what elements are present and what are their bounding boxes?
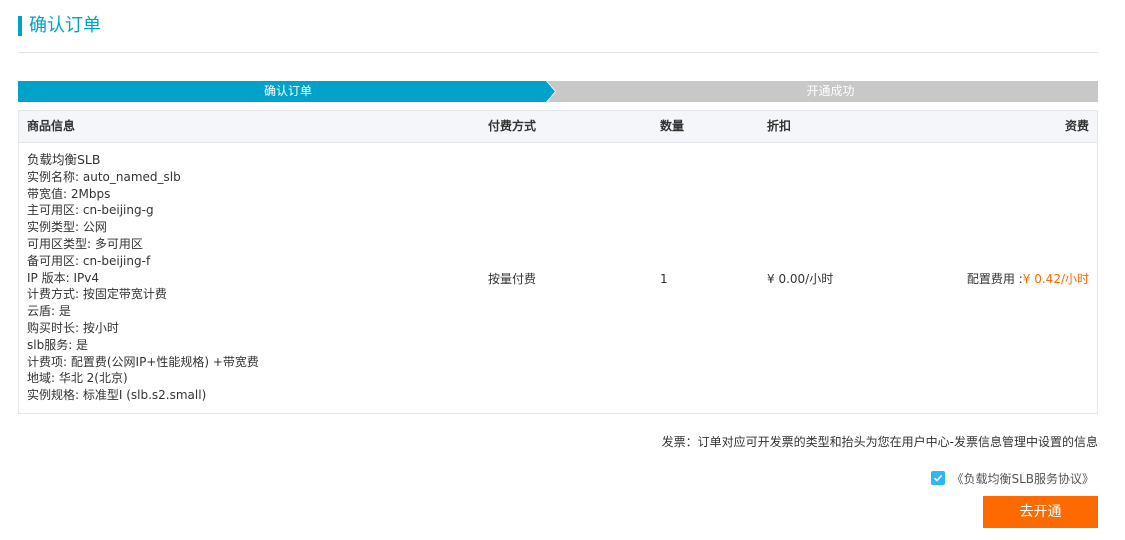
product-detail-line: 计费项: 配置费(公网IP+性能规格) +带宽费 xyxy=(27,354,259,369)
product-detail-line: 备可用区: cn-beijing-f xyxy=(27,253,151,268)
checkmark-icon xyxy=(934,474,943,482)
step-confirm-order: 确认订单 xyxy=(263,84,312,98)
table-row: 负载均衡SLB 实例名称: auto_named_slb 带宽值: 2Mbps … xyxy=(19,143,1097,413)
product-detail-line: 云盾: 是 xyxy=(27,304,71,319)
discount-cell: ¥ 0.00/小时 xyxy=(767,272,834,286)
product-detail-line: 实例类型: 公网 xyxy=(27,220,107,235)
header-price: 资费 xyxy=(1064,119,1089,133)
header-divider xyxy=(18,52,1098,53)
product-detail-line: 地域: 华北 2(北京) xyxy=(27,371,128,386)
price-value: ¥ 0.42/小时 xyxy=(1022,272,1089,286)
header-discount: 折扣 xyxy=(767,119,792,133)
pay-method-cell: 按量付费 xyxy=(488,272,537,286)
product-detail-line: IP 版本: IPv4 xyxy=(27,270,99,285)
invoice-note: 发票：订单对应可开发票的类型和抬头为您在用户中心-发票信息管理中设置的信息 xyxy=(661,435,1098,449)
agreement-link[interactable]: 《负载均衡SLB服务协议》 xyxy=(951,470,1094,487)
page-header: 确认订单 xyxy=(18,14,101,38)
progress-steps: 确认订单 开通成功 xyxy=(18,81,1098,102)
title-accent-bar xyxy=(18,16,22,36)
order-table: 商品信息 付费方式 数量 折扣 资费 负载均衡SLB 实例名称: auto_na… xyxy=(18,110,1098,414)
product-detail-line: 带宽值: 2Mbps xyxy=(27,186,111,201)
product-detail-line: 主可用区: cn-beijing-g xyxy=(27,203,154,218)
price-label: 配置费用 : xyxy=(966,272,1023,286)
product-detail-line: 可用区类型: 多可用区 xyxy=(27,236,143,251)
product-name: 负载均衡SLB xyxy=(27,152,101,167)
header-quantity: 数量 xyxy=(660,119,685,133)
price-cell: 配置费用 :¥ 0.42/小时 xyxy=(967,271,1089,287)
page-title: 确认订单 xyxy=(29,15,101,36)
product-detail-line: 购买时长: 按小时 xyxy=(27,320,119,335)
header-pay-method: 付费方式 xyxy=(488,119,537,133)
product-detail-line: slb服务: 是 xyxy=(27,337,89,352)
activate-button[interactable]: 去开通 xyxy=(983,496,1098,528)
product-detail-line: 实例规格: 标准型I (slb.s2.small) xyxy=(27,388,207,403)
agreement-checkbox[interactable] xyxy=(931,471,946,485)
product-detail-line: 计费方式: 按固定带宽计费 xyxy=(27,287,167,302)
product-info-cell: 负载均衡SLB 实例名称: auto_named_slb 带宽值: 2Mbps … xyxy=(27,152,259,404)
product-detail-line: 实例名称: auto_named_slb xyxy=(27,169,181,184)
quantity-cell: 1 xyxy=(660,272,668,286)
table-header: 商品信息 付费方式 数量 折扣 资费 xyxy=(19,111,1097,143)
agreement-row: 《负载均衡SLB服务协议》 xyxy=(931,470,1094,486)
header-product-info: 商品信息 xyxy=(27,119,76,133)
step-activation-success: 开通成功 xyxy=(806,84,855,98)
